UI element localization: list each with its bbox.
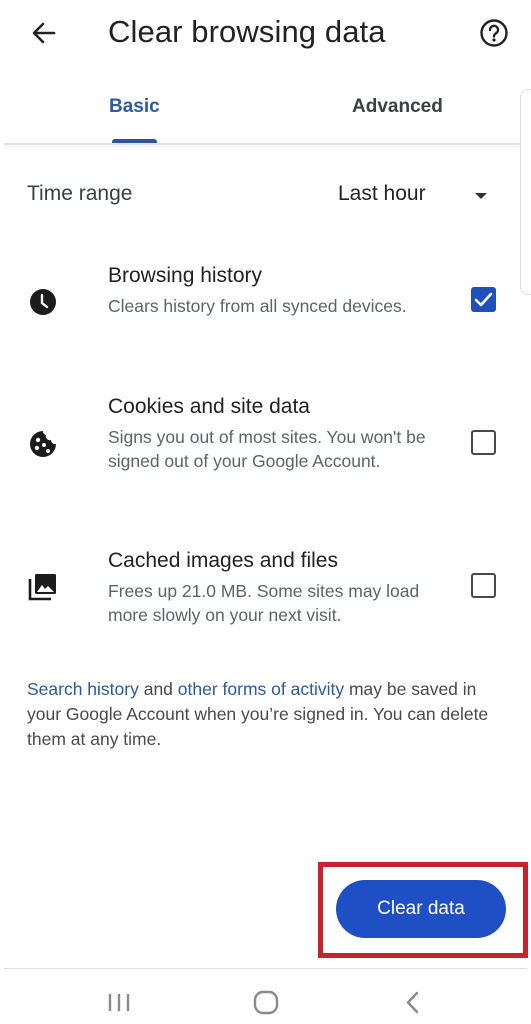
system-back-button[interactable] <box>392 988 432 1018</box>
option-title-cookies: Cookies and site data <box>108 395 310 418</box>
recents-button[interactable] <box>99 988 139 1018</box>
cookie-icon <box>27 428 59 460</box>
option-desc-cached-images: Frees up 21.0 MB. Some sites may load mo… <box>108 581 420 625</box>
tabs-divider <box>4 143 520 145</box>
clock-icon <box>27 286 59 318</box>
time-range-value: Last hour <box>338 182 426 205</box>
option-title-cached-images: Cached images and files <box>108 549 338 572</box>
search-history-link[interactable]: Search history <box>27 679 139 699</box>
clear-data-button[interactable]: Clear data <box>336 880 506 938</box>
system-nav-divider <box>4 968 527 969</box>
time-range-label: Time range <box>27 182 133 205</box>
time-range-dropdown[interactable]: Last hour <box>330 176 500 216</box>
home-icon <box>253 990 279 1015</box>
help-circle-icon <box>480 19 508 47</box>
option-desc-browsing-history: Clears history from all synced devices. <box>108 296 407 316</box>
scrollbar[interactable] <box>520 89 531 295</box>
checkbox-browsing-history[interactable] <box>471 287 496 312</box>
tab-advanced[interactable]: Advanced <box>352 96 443 118</box>
checkmark-icon <box>474 292 493 307</box>
footer-text-1: and <box>138 679 178 699</box>
page-title: Clear browsing data <box>108 14 386 49</box>
recents-icon <box>108 994 130 1011</box>
other-activity-link[interactable]: other forms of activity <box>178 679 344 699</box>
checkbox-cookies[interactable] <box>471 430 496 455</box>
nav-back-icon <box>406 991 419 1014</box>
dropdown-caret-icon <box>475 193 487 199</box>
back-button[interactable] <box>26 16 62 50</box>
arrow-left-icon <box>32 22 56 44</box>
footer-note: Search history and other forms of activi… <box>27 677 507 752</box>
help-button[interactable] <box>478 17 510 49</box>
tab-basic[interactable]: Basic <box>109 96 160 118</box>
option-title-browsing-history: Browsing history <box>108 264 263 287</box>
checkbox-cached-images[interactable] <box>471 573 496 598</box>
photo-library-icon <box>27 571 59 603</box>
home-button[interactable] <box>246 988 286 1018</box>
option-desc-cookies: Signs you out of most sites. You won't b… <box>108 427 426 471</box>
